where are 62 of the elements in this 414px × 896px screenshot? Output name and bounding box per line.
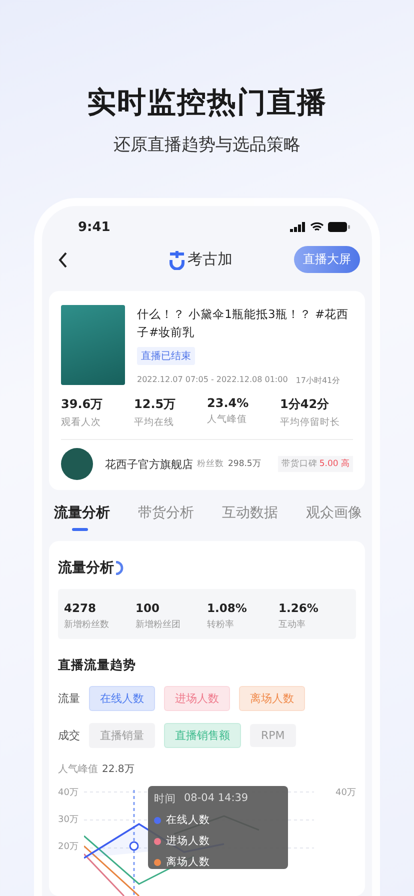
app-name: 考古加 (188, 250, 232, 270)
live-title: 什么！？ 小黛伞1瓶能抵3瓶！？ #花西子#妆前乳 (137, 306, 350, 341)
tooltip-time: 08-04 14:39 (184, 792, 248, 806)
metric-value: 1.08% (207, 601, 248, 615)
tab[interactable]: 观众画像 (306, 504, 362, 531)
filter-chip[interactable]: 直播销售额 (164, 723, 241, 748)
rating-label: 带货口碑 (281, 458, 318, 470)
stat-label: 观看人次 (61, 416, 102, 429)
status-tag: 直播已结束 (137, 347, 195, 365)
metric-label: 转粉率 (207, 618, 235, 631)
big-screen-button[interactable]: 直播大屏 (294, 246, 360, 274)
axis-tick: 40万 (58, 787, 80, 799)
tab[interactable]: 带货分析 (138, 504, 194, 531)
shop-name[interactable]: 花西子官方旗舰店 (105, 456, 193, 472)
time-range: 2022.12.07 07:05 - 2022.12.08 01:00 (137, 375, 288, 386)
peak-label: 人气峰值 (58, 763, 98, 776)
logo-icon (168, 250, 186, 270)
loading-icon (115, 561, 124, 575)
stat-label: 平均在线 (134, 416, 175, 429)
duration: 17小时41分 (296, 375, 340, 386)
battery-icon (328, 222, 350, 232)
metric-value: 4278 (64, 601, 98, 615)
stat-label: 平均停留时长 (280, 416, 341, 429)
peak-value: 22.8万 (102, 763, 134, 776)
axis-tick: 20万 (58, 841, 80, 853)
tooltip-series: 离场人数 (166, 855, 210, 869)
tooltip-time-label: 时间 (154, 792, 176, 806)
metric-label: 新增粉丝数 (64, 618, 110, 631)
filter-chip[interactable]: 直播销量 (89, 723, 155, 748)
filter-chip[interactable]: 离场人数 (239, 686, 305, 711)
metric-value: 100 (136, 601, 161, 615)
tooltip-series: 进场人数 (166, 834, 210, 848)
fans-count: 298.5万 (228, 458, 262, 470)
subheadline: 还原直播趋势与选品策略 (114, 134, 300, 156)
metric-label: 互动率 (278, 618, 306, 631)
filter-chip[interactable]: 在线人数 (89, 686, 155, 711)
wifi-icon (310, 222, 324, 232)
filter-chip[interactable]: RPM (250, 724, 296, 747)
filter-label: 成交 (58, 728, 80, 743)
axis-tick: 30万 (58, 814, 80, 826)
stat-value: 23.4% (207, 396, 250, 410)
status-time: 9:41 (78, 220, 110, 235)
axis-tick: 40万 (336, 787, 356, 799)
tab[interactable]: 互动数据 (222, 504, 278, 531)
metric-label: 新增粉丝团 (136, 618, 182, 631)
shop-logo (61, 448, 93, 480)
metric-value: 1.26% (278, 601, 320, 615)
section-title: 流量分析 (58, 559, 114, 577)
section-title: 直播流量趋势 (58, 657, 137, 674)
stat-label: 人气峰值 (207, 413, 248, 426)
tab[interactable]: 流量分析 (54, 504, 110, 531)
filter-label: 流量 (58, 691, 80, 706)
stat-value: 39.6万 (61, 396, 104, 413)
fans-label: 粉丝数 (197, 458, 224, 470)
cursor-point (129, 841, 139, 851)
signal-icon (290, 222, 306, 232)
filter-chip[interactable]: 进场人数 (164, 686, 230, 711)
headline: 实时监控热门直播 (87, 84, 327, 120)
tooltip-series: 在线人数 (166, 813, 210, 827)
stat-value: 12.5万 (134, 396, 177, 413)
rating-value: 5.00 高 (319, 458, 350, 470)
stat-value: 1分42分 (280, 396, 330, 413)
